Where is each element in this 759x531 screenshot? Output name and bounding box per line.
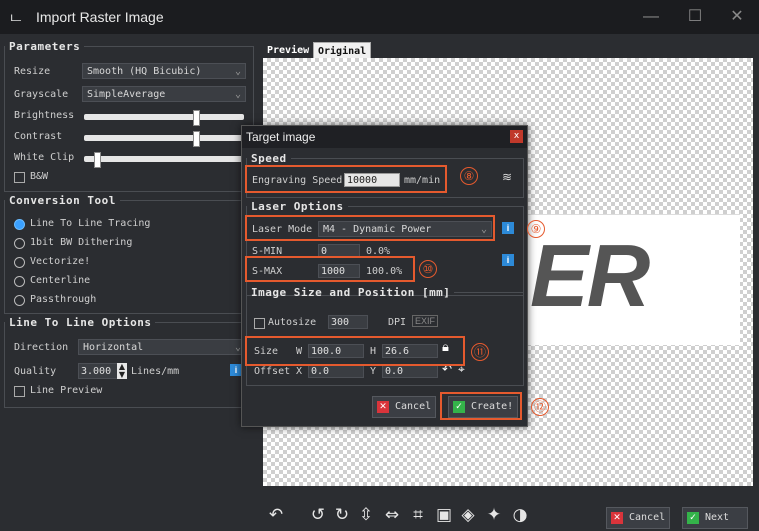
- conversion-option-label: Line To Line Tracing: [30, 218, 151, 229]
- magic-wand-icon[interactable]: ✦: [484, 505, 504, 525]
- conversion-legend: Conversion Tool: [9, 194, 116, 207]
- laser-legend: Laser Options: [251, 200, 344, 213]
- exif-button[interactable]: EXIF: [412, 315, 439, 327]
- grayscale-label: Grayscale: [14, 89, 69, 100]
- offset-label: Offset: [254, 366, 291, 377]
- cancel-button[interactable]: ✕ Cancel: [606, 507, 670, 529]
- next-button[interactable]: ✓ Next: [682, 507, 748, 529]
- close-window-button[interactable]: ✕: [722, 7, 752, 27]
- dialog-cancel-label: Cancel: [395, 401, 432, 412]
- white-clip-slider[interactable]: [84, 156, 244, 162]
- resize-value: Smooth (HQ Bicubic): [87, 66, 202, 77]
- offset-x-value: 0.0: [311, 366, 330, 377]
- offset-y-input[interactable]: 0.0: [382, 364, 438, 378]
- maximize-button[interactable]: ☐: [680, 7, 710, 27]
- highlight-smax: [245, 256, 415, 282]
- bw-label: B&W: [30, 171, 49, 182]
- highlight-laser-mode: [245, 215, 495, 241]
- brightness-slider[interactable]: [84, 114, 244, 120]
- quality-label: Quality: [14, 366, 57, 377]
- highlight-speed: [245, 165, 447, 193]
- conversion-radio[interactable]: [14, 219, 25, 230]
- callout-9: ⑨: [527, 220, 545, 238]
- dpi-value: 300: [331, 317, 350, 328]
- conversion-option-label: Vectorize!: [30, 256, 91, 267]
- line-preview-checkbox[interactable]: [14, 386, 25, 397]
- cancel-button-label: Cancel: [629, 512, 666, 523]
- contrast-slider[interactable]: [84, 135, 244, 141]
- y-label: Y: [370, 366, 377, 377]
- fill-bucket-icon[interactable]: ◈: [458, 505, 478, 525]
- brightness-slider-handle[interactable]: [193, 110, 200, 126]
- info-icon[interactable]: i: [502, 222, 514, 234]
- spin-arrows-icon[interactable]: ▲ ▼: [117, 363, 127, 379]
- flip-vertical-icon[interactable]: ⇳: [356, 505, 376, 525]
- offset-x-input[interactable]: 0.0: [308, 364, 364, 378]
- dpi-label: DPI: [388, 317, 407, 328]
- resize-select[interactable]: Smooth (HQ Bicubic) ⌄: [82, 63, 246, 79]
- white-clip-slider-handle[interactable]: [93, 152, 101, 168]
- conversion-radio[interactable]: [14, 295, 25, 306]
- window-title: Import Raster Image: [36, 9, 164, 25]
- flip-horizontal-icon[interactable]: ⇔: [382, 505, 402, 525]
- dialog-close-button[interactable]: x: [510, 130, 523, 143]
- title-bar: ட Import Raster Image — ☐ ✕: [0, 0, 759, 34]
- highlight-create: [440, 392, 522, 420]
- direction-label: Direction: [14, 342, 69, 353]
- preview-logo-text: ER: [530, 226, 650, 325]
- callout-12: ⑫: [531, 398, 549, 416]
- grayscale-value: SimpleAverage: [87, 89, 166, 100]
- invert-icon[interactable]: ◑: [510, 505, 530, 525]
- chevron-down-icon: ⌄: [234, 89, 241, 100]
- x-label: X: [296, 366, 303, 377]
- auto-crop-icon[interactable]: ▣: [434, 505, 454, 525]
- brightness-label: Brightness: [14, 110, 75, 121]
- conversion-radio[interactable]: [14, 276, 25, 287]
- info-icon[interactable]: i: [502, 254, 514, 266]
- conversion-option-label: Passthrough: [30, 294, 97, 305]
- highlight-size: [245, 336, 465, 366]
- contrast-label: Contrast: [14, 131, 63, 142]
- dpi-input[interactable]: 300: [328, 315, 368, 329]
- parameters-legend: Parameters: [9, 40, 81, 53]
- cancel-x-icon: ✕: [377, 401, 389, 413]
- dialog-cancel-button[interactable]: ✕ Cancel: [372, 396, 436, 418]
- direction-select[interactable]: Horizontal ⌄: [78, 339, 246, 355]
- crop-icon[interactable]: ⌗: [408, 505, 428, 525]
- conversion-option-label: Centerline: [30, 275, 91, 286]
- callout-10: ⑩: [419, 260, 437, 278]
- image-size-legend: Image Size and Position [mm]: [251, 286, 451, 299]
- app-logo-icon: ட: [10, 9, 22, 25]
- autosize-label: Autosize: [268, 317, 317, 328]
- callout-11: ⑪: [471, 343, 489, 361]
- rotate-cw-icon[interactable]: ↻: [332, 505, 352, 525]
- conversion-option-label: 1bit BW Dithering: [30, 237, 133, 248]
- speed-legend: Speed: [251, 152, 287, 165]
- contrast-slider-handle[interactable]: [193, 131, 200, 147]
- bw-checkbox[interactable]: [14, 172, 25, 183]
- line-options-legend: Line To Line Options: [9, 316, 152, 329]
- rotate-ccw-icon[interactable]: ↺: [308, 505, 328, 525]
- dialog-title: Target image: [246, 130, 316, 144]
- check-icon: ✓: [687, 512, 699, 524]
- database-icon[interactable]: ≋: [502, 170, 512, 184]
- next-button-label: Next: [705, 512, 730, 523]
- conversion-radio[interactable]: [14, 257, 25, 268]
- undo-icon[interactable]: ↶: [266, 505, 286, 525]
- line-preview-label: Line Preview: [30, 385, 103, 396]
- conversion-radio[interactable]: [14, 238, 25, 249]
- quality-unit: Lines/mm: [131, 366, 180, 377]
- grayscale-select[interactable]: SimpleAverage ⌄: [82, 86, 246, 102]
- autosize-checkbox[interactable]: [254, 318, 265, 329]
- offset-y-value: 0.0: [385, 366, 404, 377]
- chevron-down-icon: ⌄: [234, 66, 241, 77]
- minimize-button[interactable]: —: [636, 7, 666, 27]
- quality-value: 3.000: [81, 366, 112, 377]
- cancel-x-icon: ✕: [611, 512, 623, 524]
- dialog-title-bar: Target image x: [242, 126, 527, 148]
- resize-label: Resize: [14, 66, 51, 77]
- callout-8: ⑧: [460, 167, 478, 185]
- white-clip-label: White Clip: [14, 152, 75, 163]
- direction-value: Horizontal: [83, 342, 144, 353]
